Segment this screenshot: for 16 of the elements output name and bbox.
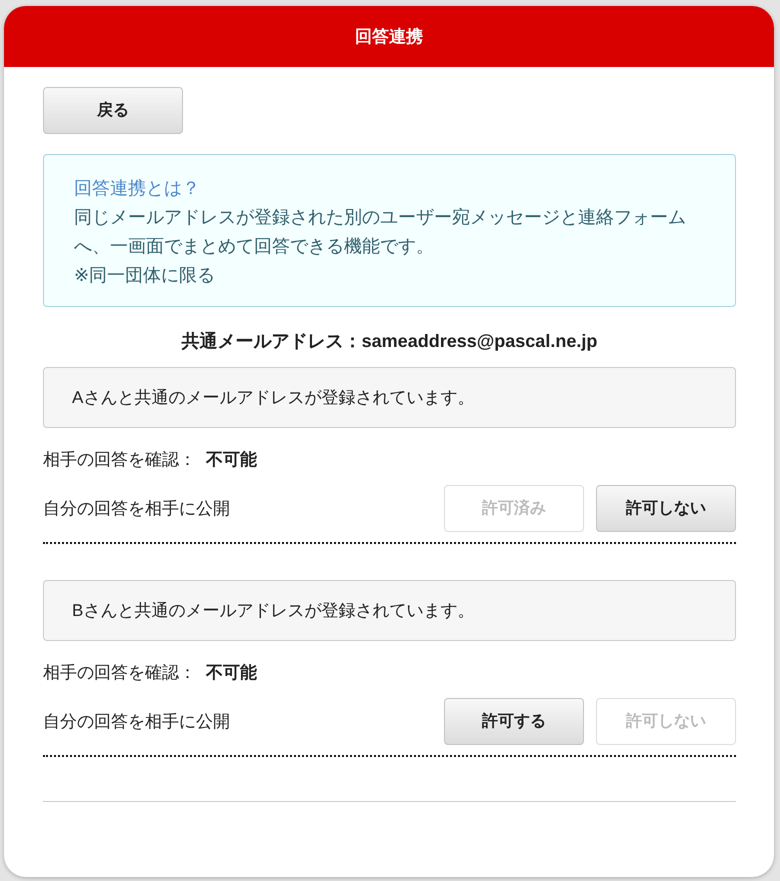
permission-button[interactable]: 許可しない [596, 485, 736, 532]
common-address: 共通メールアドレス：sameaddress@pascal.ne.jp [180, 330, 598, 353]
publish-label: 自分の回答を相手に公開 [43, 498, 231, 520]
publish-label: 自分の回答を相手に公開 [43, 711, 231, 733]
notice-message: Bさんと共通のメールアドレスが登録されています。 [43, 580, 736, 641]
check-value: 不可能 [206, 449, 257, 471]
info-note: ※同一団体に限る [74, 264, 216, 287]
permission-button[interactable]: 許可する [444, 698, 584, 745]
back-button[interactable]: 戻る [43, 87, 183, 134]
info-text: 同じメールアドレスが登録された別のユーザー宛メッセージと連絡フォームへ、一画面でまとめて回答できる機能です。 [74, 206, 687, 258]
check-label: 相手の回答を確認： [43, 662, 196, 684]
check-value: 不可能 [206, 662, 257, 684]
notice-message: Aさんと共通のメールアドレスが登録されています。 [43, 367, 736, 428]
page-title: 回答連携 [355, 26, 423, 48]
check-label: 相手の回答を確認： [43, 449, 196, 471]
info-title: 回答連携とは？ [74, 177, 201, 200]
